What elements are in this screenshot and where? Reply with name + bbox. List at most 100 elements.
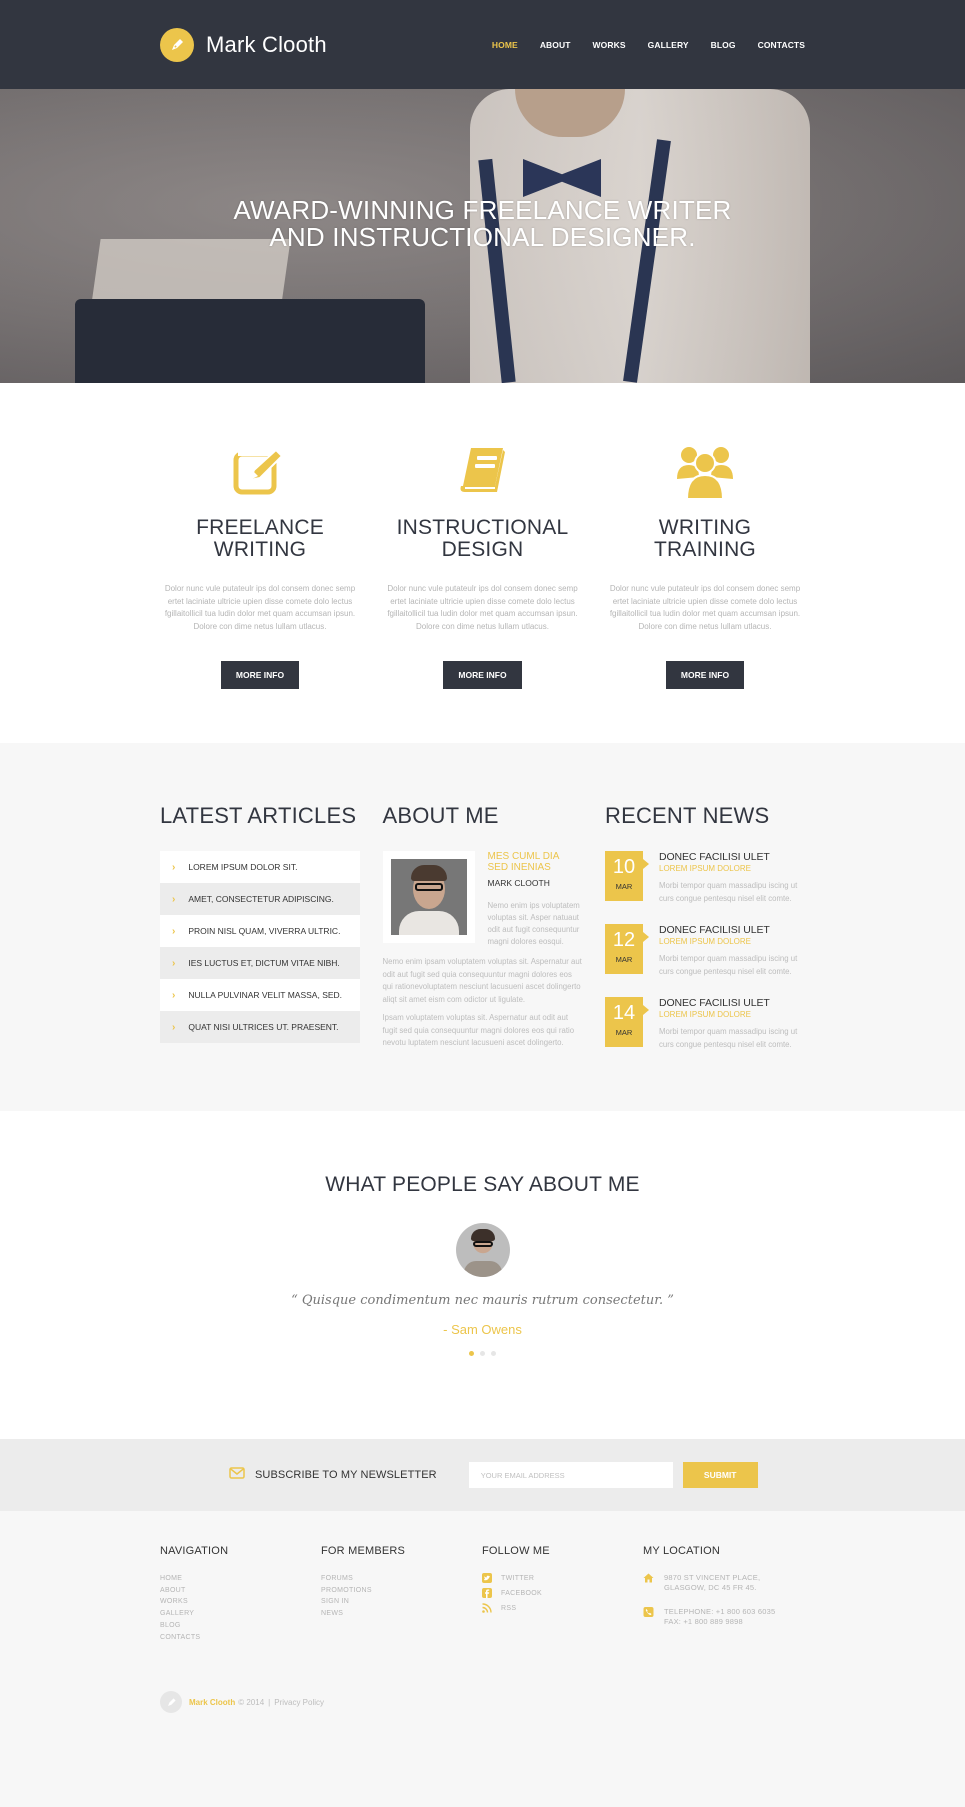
hero-title-line1: AWARD-WINNING FREELANCE WRITER (233, 195, 732, 225)
carousel-dot-3[interactable] (491, 1351, 496, 1356)
articles-list: › LOREM IPSUM DOLOR SIT. › AMET, CONSECTET… (160, 851, 360, 1043)
carousel-dot-2[interactable] (480, 1351, 485, 1356)
news-text: Morbi tempor quam massadipu iscing ut cu… (659, 954, 798, 976)
testimonials-title: WHAT PEOPLE SAY ABOUT ME (325, 1173, 640, 1196)
testimonial-quote: “ Quisque condimentum nec mauris rutrum … (291, 1293, 674, 1308)
book-icon (383, 443, 583, 499)
hero-banner: AWARD-WINNING FREELANCE WRITER AND INSTR… (0, 89, 965, 383)
news-title[interactable]: DONEC FACILISI ULET (659, 997, 805, 1009)
nav-about[interactable]: ABOUT (540, 40, 571, 50)
service-description: Dolor nunc vule putateulr ips dol consem… (164, 584, 356, 631)
news-title[interactable]: DONEC FACILISI ULET (659, 851, 805, 863)
chevron-right-icon: › (172, 1021, 176, 1033)
nav-gallery[interactable]: GALLERY (648, 40, 689, 50)
phone-icon (643, 1607, 654, 1617)
news-title[interactable]: DONEC FACILISI ULET (659, 924, 805, 936)
more-info-button[interactable]: MORE INFO (443, 661, 522, 689)
copyright-brand: Mark Clooth (189, 1697, 236, 1707)
social-rss[interactable]: RSS (482, 1603, 643, 1613)
recent-news-title: RECENT NEWS (605, 803, 770, 828)
nav-contacts[interactable]: CONTACTS (758, 40, 805, 50)
service-freelance-writing: FREELANCE WRITING Dolor nunc vule putateu… (160, 443, 360, 689)
footer-link-news[interactable]: NEWS (321, 1608, 482, 1620)
service-title: INSTRUCTIONAL DESIGN (396, 516, 569, 561)
more-info-button[interactable]: MORE INFO (665, 661, 745, 689)
news-subtitle: LOREM IPSUM DOLORE (659, 864, 752, 873)
more-info-button[interactable]: MORE INFO (220, 661, 300, 689)
footer-link-gallery[interactable]: GALLERY (160, 1608, 321, 1620)
site-header: Mark Clooth HOME ABOUT WORKS GALLERY BLO… (0, 0, 965, 89)
article-link[interactable]: › PROIN NISL QUAM, VIVERRA ULTRIC. (160, 915, 360, 947)
home-icon (643, 1573, 654, 1583)
main-nav: HOME ABOUT WORKS GALLERY BLOG CONTACTS (470, 40, 805, 50)
social-twitter[interactable]: TWITTER (482, 1573, 643, 1583)
article-link[interactable]: › AMET, CONSECTETUR ADIPISCING. (160, 883, 360, 915)
footer-navigation-title: NAVIGATION (160, 1545, 229, 1557)
nav-home[interactable]: HOME (492, 40, 518, 50)
email-input[interactable] (468, 1462, 673, 1488)
carousel-dot-1[interactable] (469, 1351, 474, 1356)
social-facebook[interactable]: FACEBOOK (482, 1588, 643, 1598)
about-name: MARK CLOOTH (487, 878, 550, 888)
edit-icon (160, 443, 360, 499)
footer-link-sign-in[interactable]: SIGN IN (321, 1596, 482, 1608)
news-text: Morbi tempor quam massadipu iscing ut cu… (659, 1027, 798, 1049)
about-me-title: ABOUT ME (382, 803, 499, 828)
newsletter-label: SUBSCRIBE TO MY NEWSLETTER (255, 1469, 437, 1481)
service-description: Dolor nunc vule putateulr ips dol consem… (609, 584, 801, 631)
footer-link-works[interactable]: WORKS (160, 1596, 321, 1608)
footer-link-promotions[interactable]: PROMOTIONS (321, 1585, 482, 1597)
about-paragraph: Ipsam voluptatem voluptas sit. Aspernatu… (382, 1013, 575, 1047)
chevron-right-icon: › (172, 957, 176, 969)
nav-blog[interactable]: BLOG (711, 40, 736, 50)
chevron-right-icon: › (172, 861, 176, 873)
pen-logo-icon (160, 1691, 182, 1714)
copyright-separator: | (268, 1697, 271, 1707)
submit-button[interactable]: SUBMIT (682, 1462, 758, 1488)
testimonial-avatar (455, 1223, 510, 1277)
chevron-right-icon: › (172, 893, 176, 905)
facebook-icon (482, 1588, 492, 1598)
footer-link-forums[interactable]: FORUMS (321, 1573, 482, 1585)
envelope-icon (229, 1466, 245, 1484)
service-title: FREELANCE WRITING (196, 516, 324, 561)
hero-title: AWARD-WINNING FREELANCE WRITER AND INSTR… (0, 197, 965, 251)
date-badge: 14 MAR (605, 997, 649, 1047)
footer-follow-title: FOLLOW ME (482, 1545, 550, 1557)
footer-link-contacts[interactable]: CONTACTS (160, 1632, 321, 1644)
privacy-policy-link[interactable]: Privacy Policy (274, 1698, 324, 1707)
article-link[interactable]: › IES LUCTUS ET, DICTUM VITAE NIBH. (160, 947, 360, 979)
news-item: 10 MAR DONEC FACILISI ULET LOREM IPSUM DOL… (605, 851, 805, 905)
article-link[interactable]: › LOREM IPSUM DOLOR SIT. (160, 851, 360, 883)
twitter-icon (482, 1573, 492, 1583)
news-item: 12 MAR DONEC FACILISI ULET LOREM IPSUM DOL… (605, 924, 805, 978)
footer-link-about[interactable]: ABOUT (160, 1585, 321, 1597)
news-subtitle: LOREM IPSUM DOLORE (659, 937, 752, 946)
testimonial-author: - Sam Owens (443, 1322, 522, 1337)
about-headline[interactable]: MES CUML DIA SED INENIAS (488, 851, 583, 873)
carousel-dots (0, 1351, 965, 1356)
footer-link-blog[interactable]: BLOG (160, 1620, 321, 1632)
service-title: WRITING TRAINING (654, 516, 756, 561)
users-icon (605, 443, 805, 499)
article-link[interactable]: › QUAT NISI ULTRICES UT. PRAESENT. (160, 1011, 360, 1043)
date-badge: 12 MAR (605, 924, 649, 974)
about-side-text: Nemo enim ips voluptatem voluptas sit. A… (487, 901, 580, 946)
site-footer: NAVIGATION HOME ABOUT WORKS GALLERY BLOG… (0, 1511, 965, 1807)
footer-follow: FOLLOW ME TWITTER FACEBOOK RSS (482, 1545, 643, 1643)
recent-news: RECENT NEWS 10 MAR DONEC FACILISI ULET LOR… (605, 803, 805, 1070)
footer-link-home[interactable]: HOME (160, 1573, 321, 1585)
phone-fax: TELEPHONE: +1 800 603 6035 FAX: +1 800 88… (643, 1607, 804, 1627)
footer-navigation: NAVIGATION HOME ABOUT WORKS GALLERY BLOG… (160, 1545, 321, 1643)
about-photo (382, 851, 475, 943)
pen-logo-icon (160, 27, 194, 62)
about-paragraph: Nemo enim ipsam voluptatem voluptas sit.… (382, 957, 582, 1004)
nav-works[interactable]: WORKS (593, 40, 626, 50)
article-link[interactable]: › NULLA PULVINAR VELIT MASSA, SED. (160, 979, 360, 1011)
address: 9870 ST VINCENT PLACE, GLASGOW, DC 45 FR … (643, 1573, 804, 1593)
latest-articles: LATEST ARTICLES › LOREM IPSUM DOLOR SIT. … (160, 803, 360, 1070)
rss-icon (482, 1603, 492, 1613)
date-badge: 10 MAR (605, 851, 649, 901)
brand[interactable]: Mark Clooth (160, 27, 327, 62)
chevron-right-icon: › (172, 925, 176, 937)
